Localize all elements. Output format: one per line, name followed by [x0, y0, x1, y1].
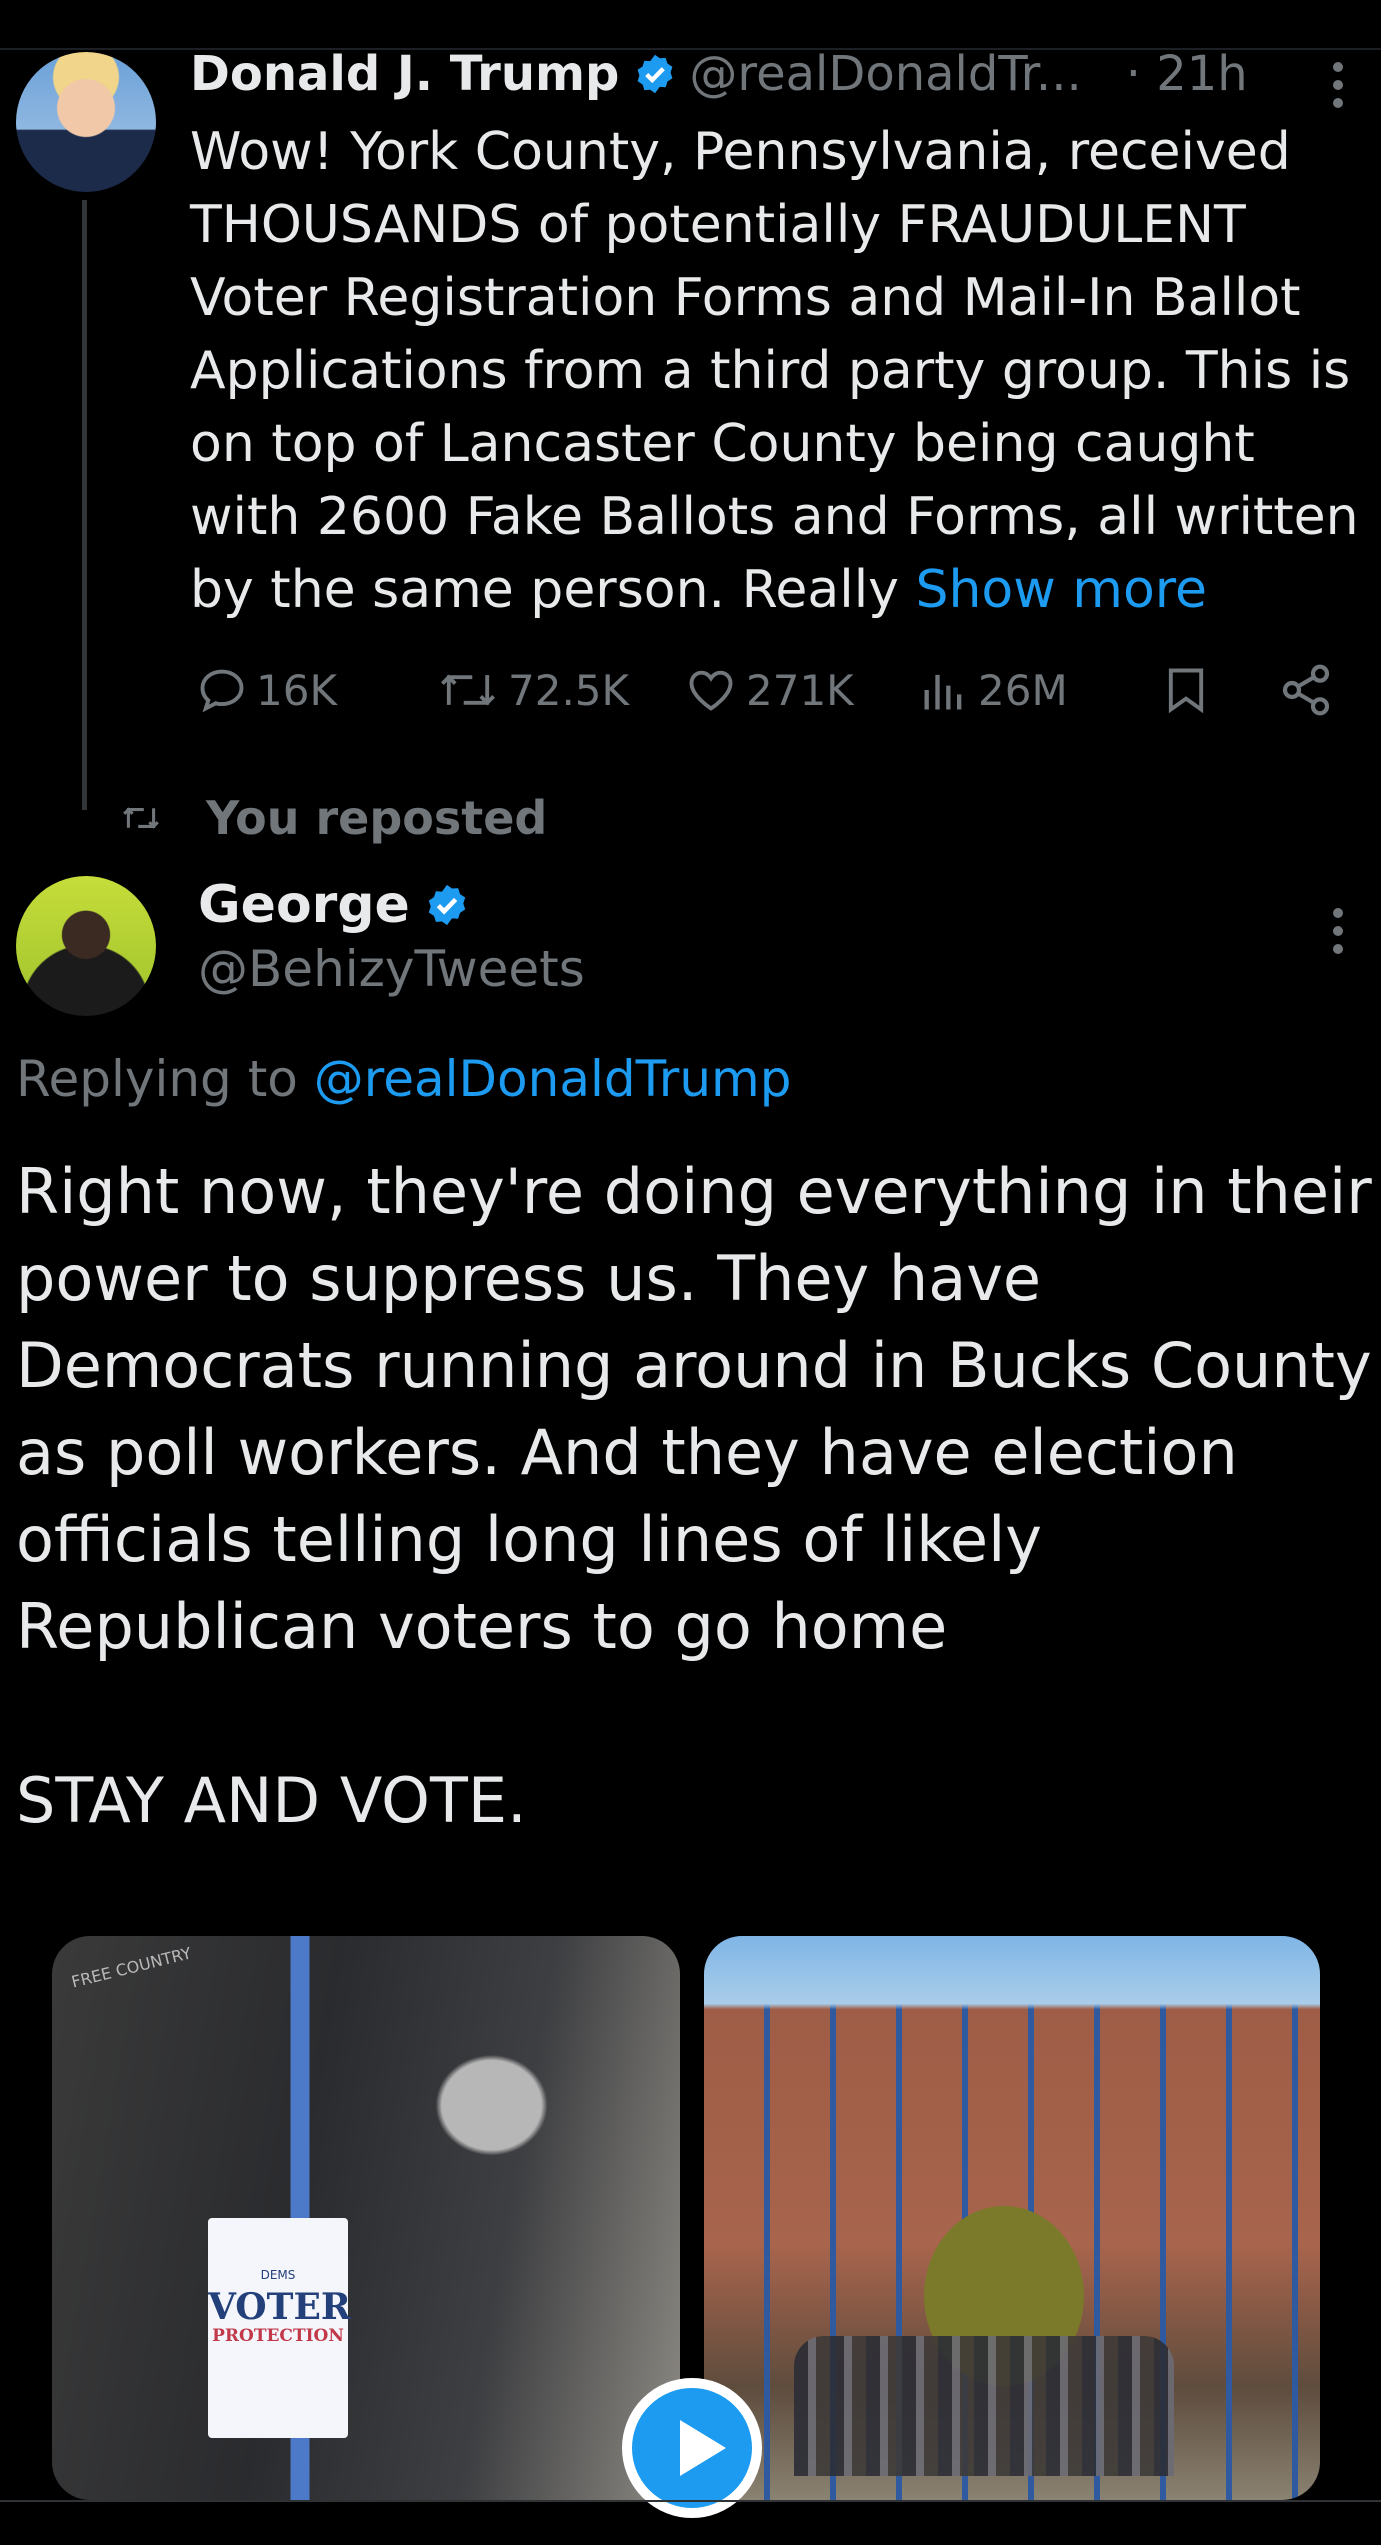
- repost-indicator: You reposted: [120, 790, 547, 846]
- repost-button[interactable]: 72.5K: [436, 660, 629, 720]
- voter-line: [794, 2336, 1174, 2476]
- timestamp[interactable]: · 21h: [1126, 46, 1248, 102]
- views-button[interactable]: 26M: [918, 660, 1068, 720]
- avatar[interactable]: [16, 876, 156, 1016]
- author-name[interactable]: Donald J. Trump: [190, 46, 619, 102]
- tweet-header: Donald J. Trump @realDonaldTr... · 21h: [190, 42, 1248, 106]
- share-button[interactable]: [1278, 660, 1342, 720]
- views-icon: [924, 674, 962, 710]
- replying-prefix: Replying to: [16, 1050, 314, 1108]
- more-icon[interactable]: [1330, 62, 1346, 116]
- badge-big-text: VOTER: [208, 2286, 351, 2328]
- like-count: 271K: [746, 665, 854, 715]
- tweet-header: George: [198, 870, 470, 940]
- voter-protection-badge: DEMS VOTER PROTECTION: [208, 2218, 351, 2438]
- tweet-text-content: Wow! York County, Pennsylvania, received…: [190, 122, 1359, 620]
- author-handle[interactable]: @BehizyTweets: [198, 940, 585, 998]
- verified-icon: [428, 884, 466, 926]
- reply-button[interactable]: 16K: [196, 660, 337, 720]
- media-video-right[interactable]: [704, 1936, 1320, 2500]
- author-name[interactable]: George: [198, 875, 410, 935]
- avatar[interactable]: [16, 52, 156, 192]
- tweet-text: Wow! York County, Pennsylvania, received…: [190, 116, 1370, 627]
- reply-icon: [200, 669, 244, 713]
- replying-handle-link[interactable]: @realDonaldTrump: [314, 1050, 792, 1108]
- watermark: FREE COUNTRY: [69, 1943, 194, 1992]
- play-icon[interactable]: [622, 2378, 762, 2518]
- repost-count: 72.5K: [508, 665, 630, 715]
- verified-icon: [637, 54, 673, 94]
- repost-label: You reposted: [206, 791, 548, 845]
- bookmark-icon: [1168, 668, 1204, 714]
- author-handle[interactable]: @realDonaldTr...: [689, 46, 1081, 102]
- share-icon: [1282, 664, 1330, 716]
- like-icon: [689, 670, 733, 711]
- repost-icon: [123, 807, 159, 829]
- more-icon[interactable]: [1330, 908, 1346, 962]
- action-bar: 16K 72.5K 271K 26M: [196, 660, 1356, 720]
- reply-count: 16K: [256, 665, 337, 715]
- badge-small-text: DEMS: [260, 2268, 296, 2282]
- badge-mid-text: PROTECTION: [212, 2326, 344, 2346]
- replying-to: Replying to @realDonaldTrump: [16, 1050, 791, 1108]
- bottom-divider: [0, 2500, 1381, 2502]
- like-button[interactable]: 271K: [684, 660, 854, 720]
- repost-icon: [441, 674, 495, 706]
- tweet-text: Right now, they're doing everything in t…: [16, 1155, 1372, 1837]
- show-more-link[interactable]: Show more: [915, 560, 1207, 620]
- media-image-left[interactable]: FREE COUNTRY DEMS VOTER PROTECTION: [52, 1936, 680, 2500]
- thread-line: [82, 200, 87, 810]
- views-count: 26M: [978, 665, 1068, 715]
- bookmark-button[interactable]: [1160, 660, 1220, 720]
